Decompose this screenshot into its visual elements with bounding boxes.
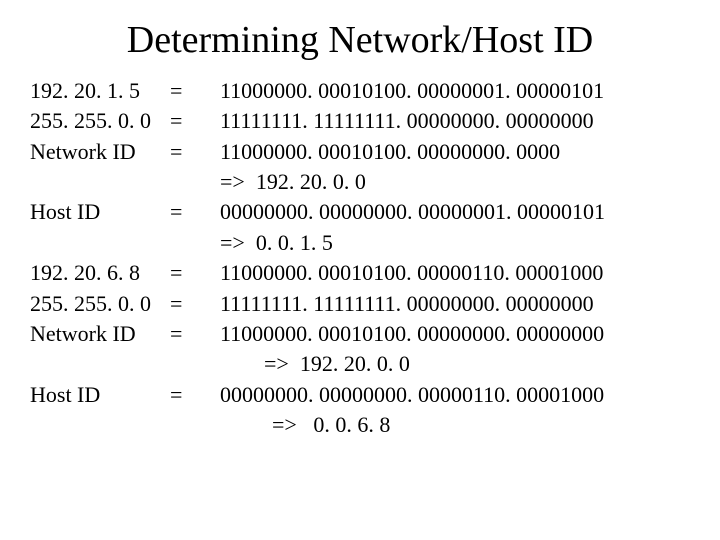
equals-sign: = [170,106,220,136]
arrow: => [264,351,289,376]
ex2-mask-row: 255. 255. 0. 0 = 11111111. 11111111. 000… [30,289,690,319]
equals-sign: = [170,197,220,227]
ex1-net-result-value: 192. 20. 0. 0 [256,169,366,194]
ex1-ip-binary: 11000000. 00010100. 00000001. 00000101 [220,76,690,106]
ex1-host-binary: 00000000. 00000000. 00000001. 00000101 [220,197,690,227]
ex2-mask-label: 255. 255. 0. 0 [30,289,170,319]
ex1-net-result: => 192. 20. 0. 0 [220,167,690,197]
spacer [30,410,170,440]
spacer [30,167,170,197]
arrow: => [220,169,245,194]
spacer [30,228,170,258]
ex1-host-result-value: 0. 0. 1. 5 [256,230,333,255]
slide: Determining Network/Host ID 192. 20. 1. … [0,0,720,540]
ex2-host-result-value: 0. 0. 6. 8 [313,412,390,437]
equals-sign: = [170,380,220,410]
equals-sign: = [170,289,220,319]
arrow: => [272,412,297,437]
ex1-host-label: Host ID [30,197,170,227]
ex2-host-label: Host ID [30,380,170,410]
ex1-ip-row: 192. 20. 1. 5 = 11000000. 00010100. 0000… [30,76,690,106]
spacer [30,349,170,379]
ex1-host-result: => 0. 0. 1. 5 [220,228,690,258]
slide-title: Determining Network/Host ID [30,18,690,62]
ex2-net-result-value: 192. 20. 0. 0 [300,351,410,376]
ex2-ip-row: 192. 20. 6. 8 = 11000000. 00010100. 0000… [30,258,690,288]
ex2-net-binary: 11000000. 00010100. 00000000. 00000000 [220,319,690,349]
slide-body: 192. 20. 1. 5 = 11000000. 00010100. 0000… [30,76,690,440]
ex1-mask-binary: 11111111. 11111111. 00000000. 00000000 [220,106,690,136]
ex1-mask-label: 255. 255. 0. 0 [30,106,170,136]
ex1-ip-label: 192. 20. 1. 5 [30,76,170,106]
ex2-net-row: Network ID = 11000000. 00010100. 0000000… [30,319,690,349]
ex1-net-result-row: => 192. 20. 0. 0 [30,167,690,197]
ex1-net-binary: 11000000. 00010100. 00000000. 0000 [220,137,690,167]
ex2-host-binary: 00000000. 00000000. 00000110. 00001000 [220,380,690,410]
spacer [170,349,220,379]
spacer [170,410,220,440]
arrow: => [220,230,245,255]
ex1-net-row: Network ID = 11000000. 00010100. 0000000… [30,137,690,167]
equals-sign: = [170,76,220,106]
ex2-net-label: Network ID [30,319,170,349]
ex2-net-result: => 192. 20. 0. 0 [220,349,690,379]
ex1-net-label: Network ID [30,137,170,167]
spacer [170,167,220,197]
equals-sign: = [170,258,220,288]
ex2-host-result: => 0. 0. 6. 8 [220,410,690,440]
ex2-host-result-row: => 0. 0. 6. 8 [30,410,690,440]
equals-sign: = [170,319,220,349]
ex2-ip-binary: 11000000. 00010100. 00000110. 00001000 [220,258,690,288]
ex1-host-result-row: => 0. 0. 1. 5 [30,228,690,258]
ex2-net-result-row: => 192. 20. 0. 0 [30,349,690,379]
ex2-mask-binary: 11111111. 11111111. 00000000. 00000000 [220,289,690,319]
ex1-host-row: Host ID = 00000000. 00000000. 00000001. … [30,197,690,227]
spacer [170,228,220,258]
equals-sign: = [170,137,220,167]
ex1-mask-row: 255. 255. 0. 0 = 11111111. 11111111. 000… [30,106,690,136]
ex2-host-row: Host ID = 00000000. 00000000. 00000110. … [30,380,690,410]
ex2-ip-label: 192. 20. 6. 8 [30,258,170,288]
